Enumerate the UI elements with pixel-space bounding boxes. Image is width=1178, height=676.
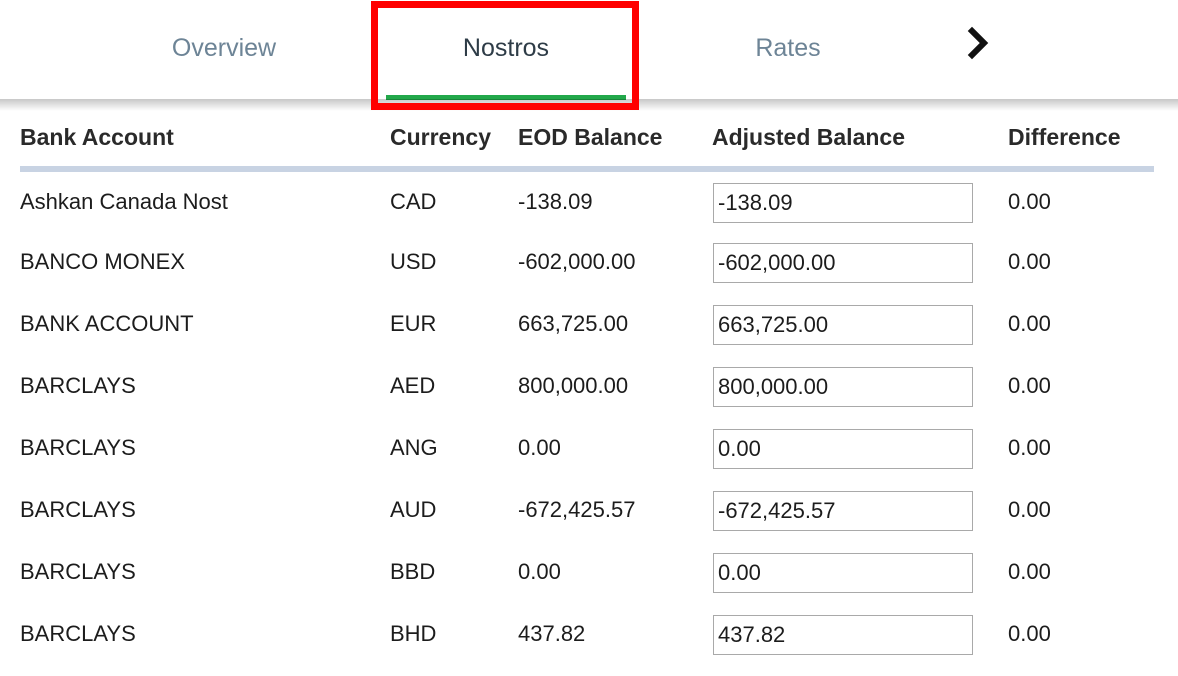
adjusted-balance-input[interactable]: [713, 305, 973, 345]
table-row: BARCLAYS ANG 0.00 0.00: [20, 427, 1154, 471]
table-row: BARCLAYS AUD -672,425.57 0.00: [20, 489, 1154, 533]
currency-cell: BHD: [390, 621, 437, 646]
eod-balance-cell: -602,000.00: [518, 249, 636, 274]
adjusted-balance-input[interactable]: [713, 429, 973, 469]
bank-account-cell: BARCLAYS: [20, 497, 136, 522]
column-header-bank-account: Bank Account: [20, 124, 174, 150]
adjusted-balance-input[interactable]: [713, 491, 973, 531]
eod-balance-cell: -672,425.57: [518, 497, 636, 522]
table-row: BARCLAYS BBD 0.00 0.00: [20, 551, 1154, 595]
adjusted-balance-input[interactable]: [713, 183, 973, 223]
difference-cell: 0.00: [1008, 435, 1051, 460]
table-row: BANCO MONEX USD -602,000.00 0.00: [20, 241, 1154, 285]
difference-cell: 0.00: [1008, 249, 1051, 274]
currency-cell: AED: [390, 373, 436, 398]
eod-balance-cell: 437.82: [518, 621, 586, 646]
currency-cell: ANG: [390, 435, 438, 460]
bank-account-cell: BANCO MONEX: [20, 249, 186, 274]
adjusted-balance-input[interactable]: [713, 553, 973, 593]
nostros-page: Overview Nostros Rates Bank Account Curr…: [0, 0, 1178, 676]
bank-account-cell: BARCLAYS: [20, 373, 136, 398]
column-header-difference: Difference: [1008, 124, 1121, 150]
table-row: BANK ACCOUNT EUR 663,725.00 0.00: [20, 303, 1154, 347]
bank-account-cell: BARCLAYS: [20, 559, 136, 584]
chevron-right-icon[interactable]: [964, 26, 994, 60]
column-header-eod-balance: EOD Balance: [518, 124, 663, 150]
tab-rates[interactable]: Rates: [688, 28, 888, 68]
bank-account-cell: BARCLAYS: [20, 621, 136, 646]
difference-cell: 0.00: [1008, 311, 1051, 336]
eod-balance-cell: 663,725.00: [518, 311, 629, 336]
column-header-currency: Currency: [390, 124, 491, 150]
currency-cell: CAD: [390, 189, 437, 214]
adjusted-balance-input[interactable]: [713, 367, 973, 407]
currency-cell: EUR: [390, 311, 437, 336]
adjusted-balance-input[interactable]: [713, 243, 973, 283]
header-divider: [20, 166, 1154, 172]
table-header: Bank Account Currency EOD Balance Adjust…: [20, 116, 1154, 166]
table-row: Ashkan Canada Nost CAD -138.09 0.00: [20, 181, 1154, 225]
table-row: BARCLAYS BHD 437.82 0.00: [20, 613, 1154, 657]
bank-account-cell: Ashkan Canada Nost: [20, 189, 228, 214]
eod-balance-cell: 800,000.00: [518, 373, 629, 398]
currency-cell: BBD: [390, 559, 436, 584]
table-row: BARCLAYS AED 800,000.00 0.00: [20, 365, 1154, 409]
difference-cell: 0.00: [1008, 621, 1051, 646]
eod-balance-cell: 0.00: [518, 435, 561, 460]
bank-account-cell: BARCLAYS: [20, 435, 136, 460]
bank-account-cell: BANK ACCOUNT: [20, 311, 194, 336]
difference-cell: 0.00: [1008, 189, 1051, 214]
difference-cell: 0.00: [1008, 559, 1051, 584]
difference-cell: 0.00: [1008, 373, 1051, 398]
eod-balance-cell: 0.00: [518, 559, 561, 584]
tab-overview[interactable]: Overview: [124, 28, 324, 68]
tab-bar: Overview Nostros Rates: [0, 0, 1178, 100]
eod-balance-cell: -138.09: [518, 189, 593, 214]
difference-cell: 0.00: [1008, 497, 1051, 522]
chevron-right-icon-graphic: [967, 26, 989, 60]
column-header-adjusted-balance: Adjusted Balance: [712, 124, 905, 150]
tab-nostros[interactable]: Nostros: [386, 28, 626, 68]
tab-bar-shadow: [0, 99, 1178, 111]
currency-cell: USD: [390, 249, 437, 274]
currency-cell: AUD: [390, 497, 437, 522]
adjusted-balance-input[interactable]: [713, 615, 973, 655]
